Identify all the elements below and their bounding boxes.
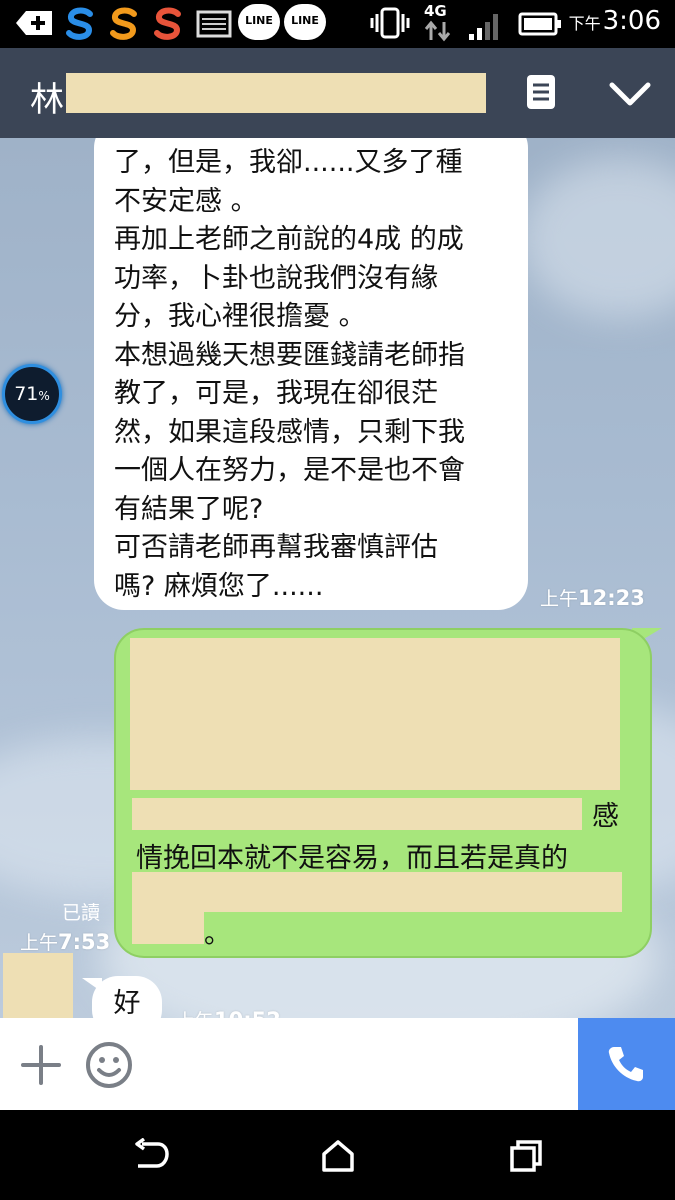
vibrate-icon — [370, 7, 410, 39]
redacted-text-line — [132, 872, 622, 912]
network-type: 4G — [424, 2, 447, 20]
line-icon-label-2: LINE — [291, 14, 319, 27]
message-line: 分，我心裡很擔憂 。 — [114, 301, 366, 332]
message-fragment: 。 — [204, 919, 231, 950]
message-line: 可否請老師再幫我審慎評估 — [114, 532, 438, 563]
chat-header: 林 — [0, 48, 675, 138]
avatar[interactable] — [3, 953, 73, 1018]
app-s-red-icon — [154, 7, 181, 40]
line-icon-label: LINE — [245, 14, 273, 27]
status-ampm: 下午 — [568, 14, 601, 33]
incoming-message-bubble[interactable]: 了，但是，我卻......又多了種 不安定感 。 再加上老師之前說的4成 的成 … — [94, 138, 528, 610]
message-line: 嗎? 麻煩您了...... — [114, 570, 324, 602]
incoming-message-bubble-small[interactable]: 好 — [92, 976, 162, 1018]
app-s-orange-icon — [110, 7, 137, 40]
message-line: 有結果了呢? — [114, 493, 264, 525]
message-line: 情挽回本就不是容易，而且若是真的 — [136, 843, 568, 874]
message-line: 不安定感 。 — [114, 185, 258, 217]
message-line: 本想過幾天想要匯錢請老師指 — [114, 339, 465, 371]
timestamp-ampm: 上午 — [176, 1010, 214, 1018]
chevron-down-icon[interactable] — [608, 80, 652, 108]
small-message-timestamp: 上午10:52 — [176, 1006, 281, 1018]
outgoing-timestamp: 上午7:53 — [20, 928, 110, 955]
timestamp-time: 10:52 — [214, 1008, 281, 1018]
plus-icon[interactable] — [20, 1044, 62, 1086]
timestamp-ampm: 上午 — [540, 588, 579, 610]
contact-name[interactable]: 林 — [30, 72, 64, 121]
timestamp-time: 12:23 — [578, 586, 645, 610]
status-clock: 3:06 — [602, 6, 661, 36]
message-line: 了，但是，我卻......又多了種 — [114, 147, 463, 178]
redacted-text-line — [132, 798, 582, 830]
read-receipt: 已讀 — [62, 902, 101, 924]
home-icon[interactable] — [320, 1138, 356, 1174]
status-time: 下午3:06 — [569, 6, 661, 36]
message-line: 一個人在努力，是不是也不會 — [114, 455, 465, 486]
timestamp-ampm: 上午 — [20, 932, 59, 954]
app-s-blue-icon — [66, 7, 93, 40]
redacted-text-line — [132, 912, 204, 944]
battery-overlay-widget[interactable]: 71% — [2, 364, 62, 424]
notes-icon[interactable] — [526, 72, 556, 112]
redacted-contact-name — [66, 73, 486, 113]
message-line: 然，如果這段感情，只剩下我 — [114, 416, 465, 448]
chat-area[interactable]: 了，但是，我卻......又多了種 不安定感 。 再加上老師之前說的4成 的成 … — [0, 138, 675, 1018]
emoji-icon[interactable] — [84, 1040, 134, 1090]
redacted-text-block — [130, 638, 620, 790]
message-line: 教了，可是，我現在卻很茫 — [114, 378, 438, 409]
timestamp-time: 7:53 — [58, 930, 111, 954]
message-fragment: 感 — [592, 801, 619, 832]
incoming-timestamp: 上午12:23 — [540, 584, 645, 611]
add-notification-icon — [16, 11, 52, 35]
line-app-icon-2: LINE — [284, 4, 326, 40]
system-nav-bar — [0, 1110, 675, 1200]
battery-icon — [518, 12, 561, 36]
outgoing-message-bubble[interactable]: 感 情挽回本就不是容易，而且若是真的 。 — [114, 628, 652, 958]
message-text: 好 — [113, 988, 141, 1018]
recents-icon[interactable] — [508, 1138, 544, 1174]
message-line: 功率，卜卦也說我們沒有緣 — [114, 262, 438, 294]
message-line: 再加上老師之前說的4成 的成 — [114, 224, 464, 255]
back-icon[interactable] — [132, 1138, 170, 1172]
input-bar — [0, 1018, 675, 1110]
status-bar: LINE LINE 4G 下午3:06 — [0, 0, 675, 48]
data-arrows-icon — [424, 20, 451, 42]
battery-unit: % — [38, 389, 50, 403]
call-button[interactable] — [578, 1018, 675, 1110]
line-app-icon: LINE — [238, 4, 280, 40]
background-cloud — [520, 158, 675, 318]
phone-icon — [608, 1047, 643, 1082]
image-notification-icon — [196, 10, 232, 38]
battery-percent: 71 — [14, 383, 39, 405]
signal-icon — [469, 14, 498, 40]
